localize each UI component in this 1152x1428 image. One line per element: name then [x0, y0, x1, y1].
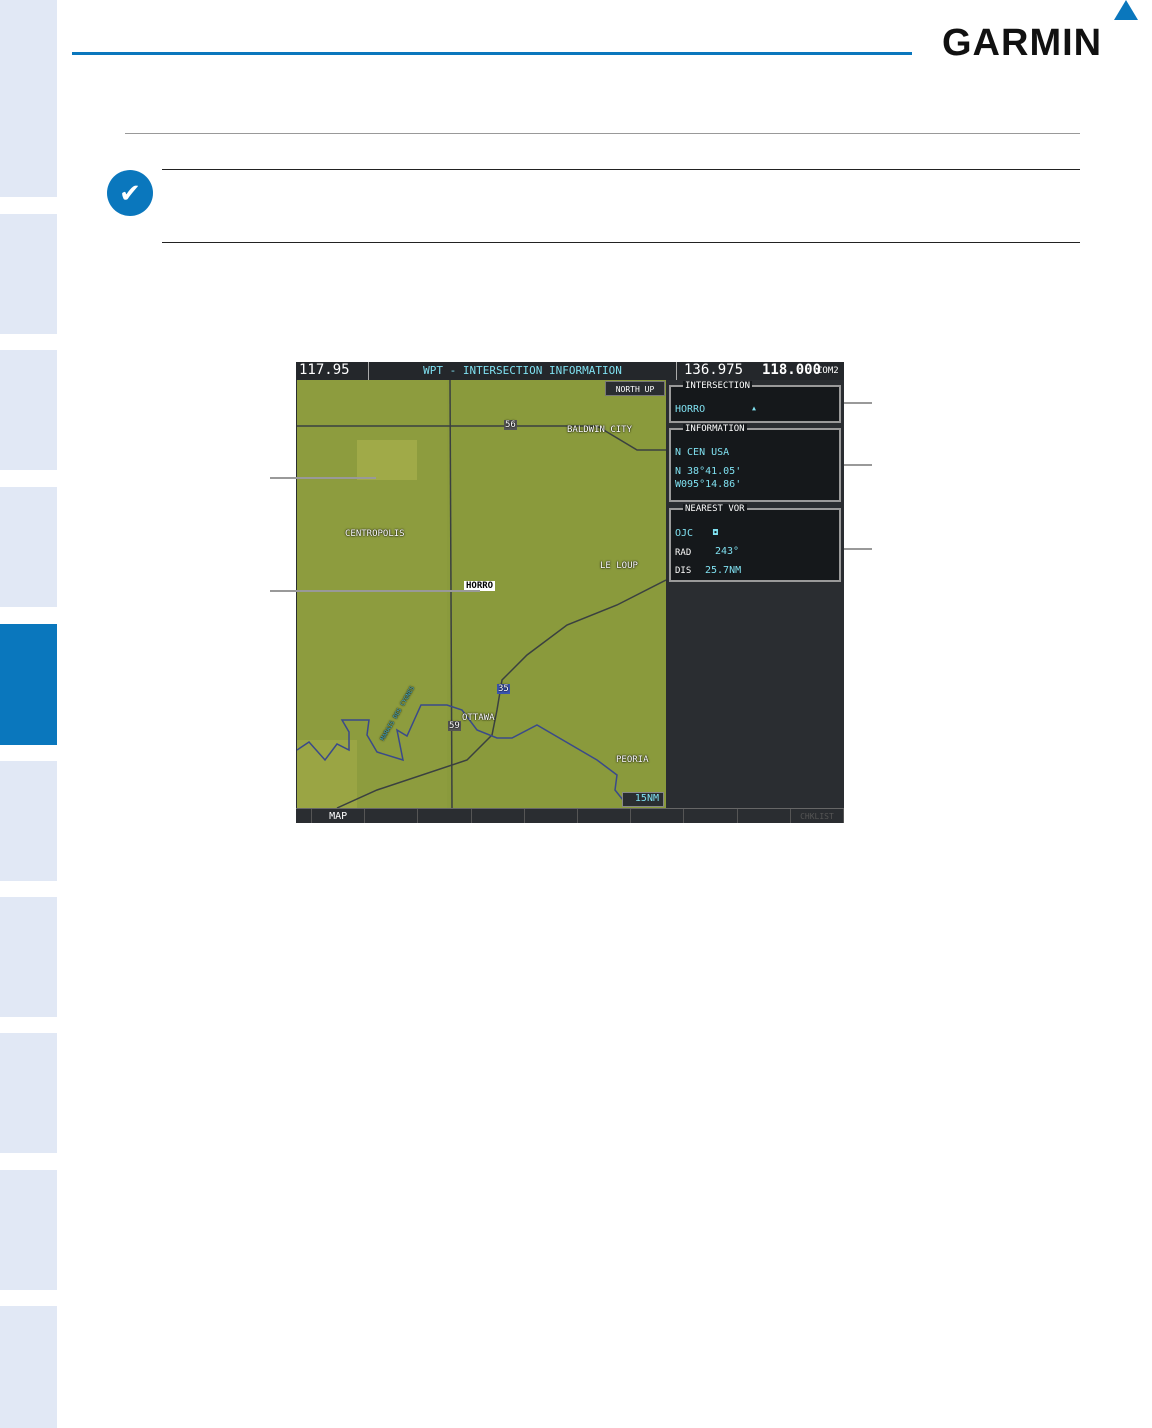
- map-range[interactable]: 15NM: [622, 792, 664, 807]
- softkey-5[interactable]: [472, 809, 525, 823]
- us-59-shield: 59: [448, 721, 461, 731]
- callout-line-waypoint: [270, 590, 480, 592]
- sidebar-tab-7[interactable]: [0, 897, 57, 1017]
- vor-symbol-icon: ◘: [713, 528, 718, 537]
- softkey-9[interactable]: [684, 809, 738, 823]
- north-up-indicator[interactable]: NORTH UP: [605, 381, 665, 396]
- city-ottawa: OTTAWA: [462, 713, 495, 723]
- highway-59: [449, 380, 453, 808]
- header-rule: [72, 52, 912, 55]
- us-56-shield: 56: [504, 420, 517, 430]
- sidebar-tab-9[interactable]: [0, 1170, 57, 1290]
- sidebar-tab-6[interactable]: [0, 761, 57, 881]
- callout-line-nearest-vor: [844, 548, 872, 550]
- sidebar-tab-8[interactable]: [0, 1033, 57, 1153]
- mfd-screen: 117.95 WPT - INTERSECTION INFORMATION 13…: [296, 362, 844, 823]
- rad-label: RAD: [675, 548, 692, 558]
- note-check-icon: ✔: [107, 170, 153, 216]
- softkey-10[interactable]: [738, 809, 791, 823]
- com-label: COM2: [817, 366, 839, 376]
- region: N CEN USA: [675, 447, 730, 458]
- softkey-6[interactable]: [525, 809, 579, 823]
- city-peoria: PEORIA: [616, 755, 649, 765]
- callout-line-information: [844, 464, 872, 466]
- sidebar-tab-4[interactable]: [0, 487, 57, 607]
- nearest-vor-title: NEAREST VOR: [683, 504, 747, 514]
- note-rule-top: [162, 169, 1080, 170]
- information-box: INFORMATION N CEN USA N 38°41.05' W095°1…: [669, 424, 841, 502]
- softkey-7[interactable]: [578, 809, 632, 823]
- terrain-patch: [357, 440, 417, 480]
- dis-label: DIS: [675, 566, 692, 576]
- softkey-3[interactable]: [365, 809, 419, 823]
- softkey-checklist[interactable]: CHKLIST: [791, 809, 844, 823]
- city-le-loup: LE LOUP: [600, 561, 638, 571]
- section-rule: [125, 133, 1080, 134]
- callout-line-intersection: [844, 402, 872, 404]
- vor-ident: OJC: [675, 528, 694, 539]
- map-features: [297, 380, 666, 808]
- latitude: N 38°41.05': [675, 466, 742, 477]
- vor-radial: 243°: [715, 546, 740, 557]
- intersection-ident[interactable]: HORRO: [675, 404, 705, 415]
- com-standby-frequency: 136.975: [684, 362, 744, 378]
- sidebar-tab-1[interactable]: [0, 0, 57, 197]
- garmin-logo-triangle-icon: [1114, 0, 1138, 20]
- sidebar-tab-3[interactable]: [0, 350, 57, 470]
- vor-distance: 25.7NM: [705, 565, 742, 576]
- information-title: INFORMATION: [683, 424, 747, 434]
- nav-frequency: 117.95: [299, 362, 350, 378]
- navigation-map[interactable]: NORTH UP 56 35 59 BALDWIN CITY CENTROPOL…: [297, 380, 666, 808]
- softkey-8[interactable]: [631, 809, 685, 823]
- i-35-shield: 35: [497, 684, 510, 694]
- sidebar-tab-10[interactable]: [0, 1306, 57, 1428]
- callout-line-map: [270, 477, 376, 479]
- longitude: W095°14.86': [675, 479, 742, 490]
- note-rule-bottom: [162, 242, 1080, 243]
- sidebar-tab-2[interactable]: [0, 214, 57, 334]
- city-centropolis: CENTROPOLIS: [345, 529, 405, 539]
- intersection-title: INTERSECTION: [683, 381, 753, 391]
- softkey-1[interactable]: [296, 809, 312, 823]
- page-title: WPT - INTERSECTION INFORMATION: [368, 362, 677, 380]
- softkey-map[interactable]: MAP: [312, 809, 366, 823]
- garmin-logo: GARMIN: [942, 22, 1103, 64]
- intersection-symbol-icon: ▴: [751, 403, 758, 414]
- sidebar-tab-5-active[interactable]: [0, 624, 57, 745]
- com-active-frequency: 118.000: [762, 362, 822, 378]
- top-bar: 117.95 WPT - INTERSECTION INFORMATION 13…: [296, 362, 844, 380]
- nearest-vor-box: NEAREST VOR OJC ◘ RAD 243° DIS 25.7NM: [669, 504, 841, 582]
- softkey-bar: MAP CHKLIST: [296, 808, 844, 823]
- intersection-box: INTERSECTION HORRO ▴: [669, 381, 841, 423]
- city-baldwin-city: BALDWIN CITY: [567, 425, 633, 435]
- softkey-4[interactable]: [418, 809, 472, 823]
